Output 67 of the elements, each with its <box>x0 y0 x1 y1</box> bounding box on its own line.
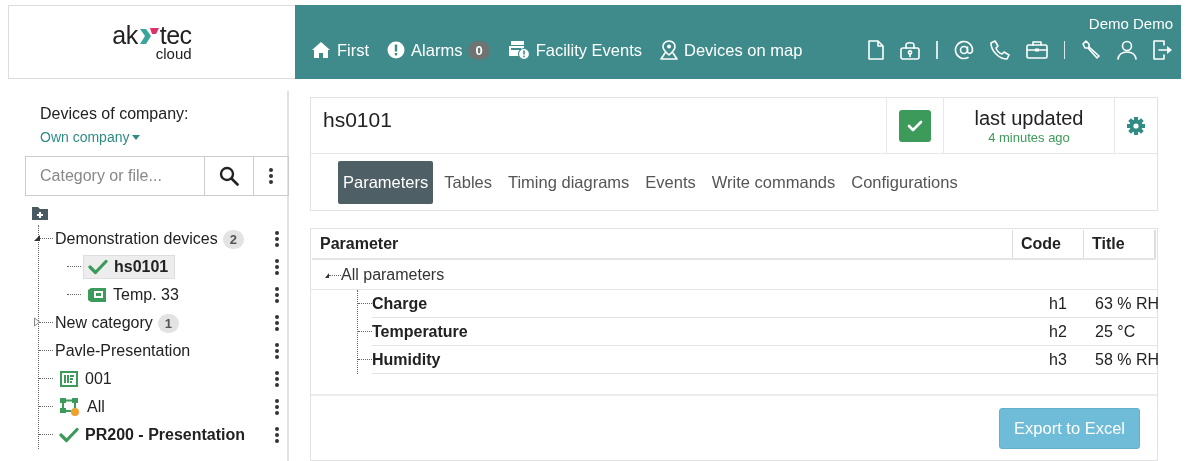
table-cell-text: 25 °C <box>1095 322 1137 341</box>
add-folder-icon[interactable] <box>31 205 49 221</box>
device-item[interactable]: 001 <box>55 368 118 390</box>
table-cell-text: h1 <box>1048 294 1068 313</box>
tab[interactable]: Parameters <box>338 161 434 204</box>
tab[interactable]: Events <box>640 161 701 204</box>
map-pin-icon <box>660 40 679 60</box>
expand-toggle-icon[interactable] <box>33 233 41 243</box>
tab[interactable]: Configurations <box>846 161 963 204</box>
panel-title: Devices of company: <box>40 105 190 123</box>
device-name: hs0101 <box>322 107 393 133</box>
settings-icon[interactable] <box>1126 115 1146 136</box>
user-icon[interactable] <box>1117 40 1137 60</box>
nav-link[interactable]: First <box>311 40 370 60</box>
count-badge: 1 <box>157 313 180 333</box>
expand-toggle-icon[interactable] <box>33 317 41 327</box>
count-badge: 2 <box>222 229 244 249</box>
table-cell-text: h2 <box>1048 322 1068 341</box>
module-icon <box>87 287 107 303</box>
category-item[interactable]: Pavle-Presentation <box>55 342 191 360</box>
alert-icon <box>387 41 406 59</box>
count-badge: 0 <box>468 40 490 60</box>
more-options-icon[interactable] <box>254 156 289 196</box>
wrench-icon[interactable] <box>1081 40 1101 60</box>
briefcase-icon[interactable] <box>1025 40 1048 60</box>
tab[interactable]: Write commands <box>706 161 841 204</box>
nav-link[interactable]: Alarms 0 <box>387 40 490 60</box>
home-icon <box>311 41 331 59</box>
tab[interactable]: Timing diagrams <box>503 161 635 204</box>
device-item[interactable]: All <box>55 395 111 419</box>
column-header[interactable]: Code <box>1012 230 1084 258</box>
group-label: All parameters <box>341 266 445 284</box>
category-item[interactable]: New category <box>55 314 153 332</box>
document-icon[interactable] <box>868 40 884 60</box>
check-icon <box>88 259 108 275</box>
panel-icon <box>59 370 79 388</box>
phone-icon[interactable] <box>989 40 1010 60</box>
events-alert-icon <box>507 40 530 60</box>
flow-diagram-icon <box>59 397 81 417</box>
nav-link[interactable]: Facility Events <box>507 40 643 60</box>
category-item[interactable]: Demonstration devices <box>55 230 218 248</box>
device-item[interactable]: PR200 - Presentation <box>55 424 252 446</box>
column-header[interactable]: Parameter <box>312 230 1012 258</box>
lock-icon[interactable] <box>900 40 920 60</box>
column-header[interactable]: Title <box>1084 230 1156 258</box>
table-cell: 63 % RH <box>1095 294 1157 313</box>
table-cell: Temperature <box>372 322 468 341</box>
search-field[interactable]: Category or file... <box>25 156 205 196</box>
table-cell: 58 % RH <box>1095 350 1157 369</box>
check-icon <box>59 427 79 443</box>
search-icon <box>219 166 239 186</box>
device-item[interactable]: hs0101 <box>83 255 176 279</box>
table-cell: Charge <box>372 294 428 313</box>
updated-time: 4 minutes ago <box>988 129 1070 145</box>
expand-toggle-icon[interactable] <box>325 272 329 278</box>
nav-link[interactable]: Devices on map <box>660 40 803 60</box>
table-cell-text: h3 <box>1048 350 1068 369</box>
company-dropdown[interactable]: Own company <box>40 129 141 145</box>
logout-icon[interactable] <box>1153 40 1173 60</box>
last-updated-label: last updated <box>974 106 1084 130</box>
search-button[interactable] <box>205 156 254 196</box>
user-name[interactable]: Demo Demo <box>1088 15 1173 32</box>
at-sign-icon[interactable] <box>953 40 974 60</box>
device-item[interactable]: Temp. 33 <box>83 284 185 306</box>
tab[interactable]: Tables <box>439 161 497 204</box>
company-logo: ak tec cloud <box>112 23 192 61</box>
table-cell: Humidity <box>372 350 441 369</box>
